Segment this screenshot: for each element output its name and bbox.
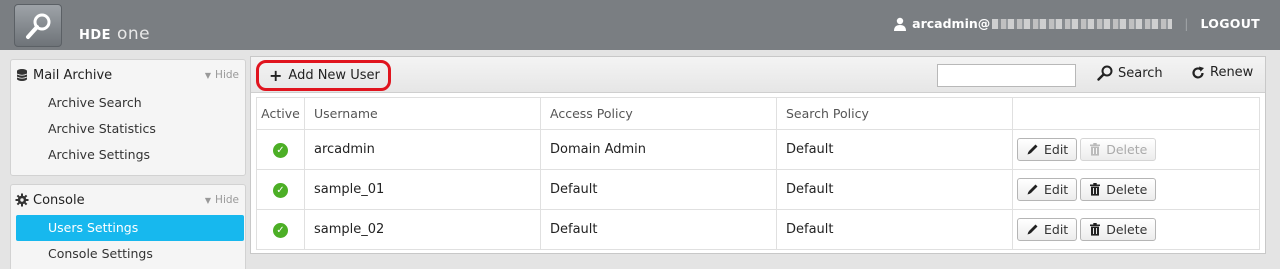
active-check-icon: ✓ — [273, 142, 288, 158]
section-title: Console — [33, 192, 85, 208]
sidebar-item-archive-search[interactable]: Archive Search — [11, 90, 245, 116]
brand-light: one — [116, 24, 151, 44]
add-new-user-label: Add New User — [288, 68, 380, 83]
edit-label: Edit — [1044, 142, 1069, 157]
plus-icon: + — [269, 66, 283, 85]
trash-icon — [1090, 223, 1101, 236]
search-button[interactable]: Search — [1097, 65, 1163, 81]
trash-icon — [1090, 183, 1101, 196]
table-header-row: Active Username Access Policy Search Pol… — [256, 97, 1260, 130]
gear-icon — [15, 193, 29, 207]
active-cell: ✓ — [256, 169, 305, 210]
user-email: arcadmin@ — [912, 16, 991, 31]
username-cell: sample_01 — [304, 169, 541, 210]
search-logo-icon — [14, 4, 62, 47]
refresh-icon — [1192, 66, 1204, 79]
active-cell: ✓ — [256, 209, 305, 250]
active-cell: ✓ — [256, 129, 305, 170]
active-check-icon: ✓ — [273, 222, 288, 238]
edit-button[interactable]: Edit — [1017, 218, 1078, 241]
search-policy-cell: Default — [776, 209, 1013, 250]
actions-cell: Edit Delete — [1012, 209, 1260, 250]
renew-label: Renew — [1210, 65, 1254, 80]
section-header-console: Console ▼ Hide — [11, 185, 245, 215]
sidebar: Mail Archive ▼ Hide Archive Search Archiv… — [0, 50, 248, 269]
edit-label: Edit — [1044, 222, 1069, 237]
users-table: Active Username Access Policy Search Pol… — [256, 97, 1260, 250]
column-header-active: Active — [256, 97, 305, 130]
actions-cell: Edit Delete — [1012, 129, 1260, 170]
search-input[interactable] — [937, 64, 1076, 87]
search-policy-cell: Default — [776, 169, 1013, 210]
pencil-icon — [1027, 144, 1038, 155]
users-panel: + Add New User Search Renew Active Usern… — [250, 56, 1266, 254]
search-label: Search — [1118, 65, 1163, 81]
sidebar-section-mail-archive: Mail Archive ▼ Hide Archive Search Archiv… — [10, 59, 246, 176]
access-policy-cell: Default — [540, 169, 777, 210]
table-row: ✓ sample_01 Default Default Edit Delete — [256, 169, 1260, 210]
section-title: Mail Archive — [33, 67, 113, 83]
app-header: HDE one arcadmin@ | LOGOUT — [0, 0, 1280, 50]
delete-label: Delete — [1106, 222, 1148, 237]
hide-toggle[interactable]: ▼ Hide — [205, 194, 239, 206]
column-header-search-policy: Search Policy — [776, 97, 1013, 130]
pencil-icon — [1027, 224, 1038, 235]
delete-label: Delete — [1106, 142, 1148, 157]
column-header-username: Username — [304, 97, 541, 130]
toolbar: + Add New User Search Renew — [251, 57, 1265, 93]
header-separator: | — [1184, 16, 1189, 31]
pencil-icon — [1027, 184, 1038, 195]
sidebar-item-users-settings[interactable]: Users Settings — [16, 215, 244, 241]
sidebar-section-console: Console ▼ Hide Users Settings Console Set… — [10, 184, 246, 269]
database-icon — [16, 69, 28, 81]
column-header-access-policy: Access Policy — [540, 97, 777, 130]
section-header-mail-archive: Mail Archive ▼ Hide — [11, 60, 245, 90]
brand-bold: HDE — [79, 28, 112, 43]
username-cell: arcadmin — [304, 129, 541, 170]
table-row: ✓ sample_02 Default Default Edit Delete — [256, 209, 1260, 250]
sidebar-item-archive-settings[interactable]: Archive Settings — [11, 142, 245, 168]
logout-link[interactable]: LOGOUT — [1200, 16, 1260, 31]
brand-name: HDE one — [79, 24, 150, 44]
add-new-user-button[interactable]: + Add New User — [256, 60, 391, 91]
access-policy-cell: Domain Admin — [540, 129, 777, 170]
delete-button[interactable]: Delete — [1080, 178, 1157, 201]
actions-cell: Edit Delete — [1012, 169, 1260, 210]
search-policy-cell: Default — [776, 129, 1013, 170]
chevron-down-icon: ▼ — [204, 71, 212, 80]
renew-button[interactable]: Renew — [1191, 65, 1253, 80]
active-check-icon: ✓ — [273, 182, 288, 198]
hide-toggle[interactable]: ▼ Hide — [205, 69, 239, 81]
access-policy-cell: Default — [540, 209, 777, 250]
delete-button[interactable]: Delete — [1080, 218, 1157, 241]
edit-button[interactable]: Edit — [1017, 178, 1078, 201]
sidebar-item-console-settings[interactable]: Console Settings — [11, 241, 245, 267]
user-area: arcadmin@ | LOGOUT — [893, 16, 1260, 31]
column-header-actions — [1012, 97, 1260, 130]
chevron-down-icon: ▼ — [204, 196, 212, 205]
redacted-domain — [992, 18, 1173, 29]
edit-label: Edit — [1044, 182, 1069, 197]
username-cell: sample_02 — [304, 209, 541, 250]
search-icon — [1097, 65, 1113, 81]
trash-icon — [1090, 143, 1101, 156]
sidebar-item-archive-statistics[interactable]: Archive Statistics — [11, 116, 245, 142]
edit-button[interactable]: Edit — [1017, 138, 1078, 161]
delete-label: Delete — [1106, 182, 1148, 197]
delete-button: Delete — [1080, 138, 1157, 161]
user-icon — [894, 17, 907, 31]
table-row: ✓ arcadmin Domain Admin Default Edit Delete — [256, 129, 1260, 170]
